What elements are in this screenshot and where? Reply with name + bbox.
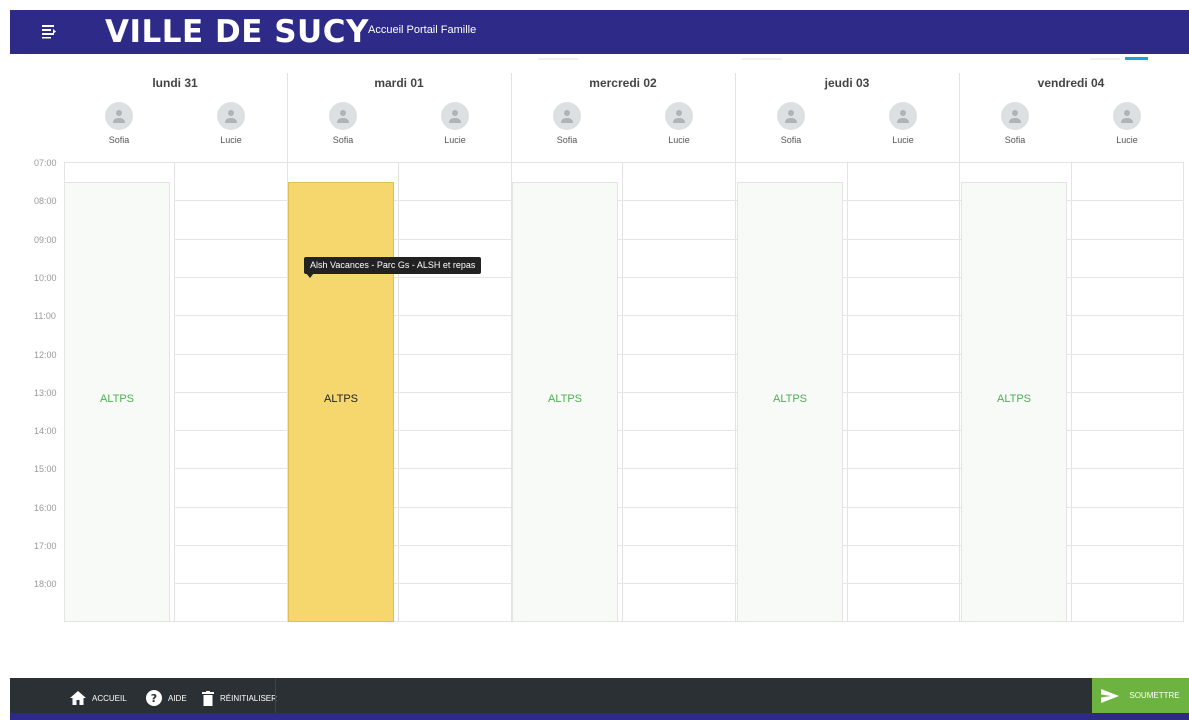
- child-sofia[interactable]: Sofia: [761, 102, 821, 145]
- time-label: 17:00: [34, 541, 57, 551]
- child-name: Sofia: [556, 135, 578, 145]
- event-block[interactable]: ALTPS: [512, 182, 618, 622]
- time-label: 07:00: [34, 158, 57, 168]
- avatar-icon: [1001, 102, 1029, 130]
- time-label: 14:00: [34, 426, 57, 436]
- day-column-header: lundi 31 Sofia Lucie: [63, 64, 287, 162]
- avatar-icon: [889, 102, 917, 130]
- child-sofia[interactable]: Sofia: [985, 102, 1045, 145]
- time-label: 09:00: [34, 235, 57, 245]
- event-block[interactable]: ALTPS: [737, 182, 843, 622]
- child-lucie[interactable]: Lucie: [1097, 102, 1157, 145]
- child-lucie[interactable]: Lucie: [649, 102, 709, 145]
- avatar-icon: [1113, 102, 1141, 130]
- tab-indicator-ghost: [538, 58, 578, 60]
- child-name: Lucie: [892, 135, 914, 145]
- time-label: 13:00: [34, 388, 57, 398]
- toolbar-divider: [275, 678, 276, 713]
- child-name: Lucie: [668, 135, 690, 145]
- svg-text:?: ?: [151, 692, 157, 705]
- brand-logo[interactable]: VILLE DE SUCY: [105, 12, 369, 52]
- day-column-header: mardi 01 Sofia Lucie: [287, 64, 511, 162]
- window-left-edge: [0, 0, 10, 720]
- top-header: VILLE DE SUCY Accueil Portail Famille: [10, 10, 1189, 54]
- child-lucie[interactable]: Lucie: [201, 102, 261, 145]
- avatar-icon: [665, 102, 693, 130]
- time-label: 11:00: [34, 311, 56, 321]
- avatar-icon: [329, 102, 357, 130]
- day-title: mardi 01: [374, 76, 424, 90]
- home-button[interactable]: ACCUEIL: [70, 690, 127, 706]
- reset-label: RÉINITIALISER: [220, 693, 277, 703]
- avatar-icon: [217, 102, 245, 130]
- child-sofia[interactable]: Sofia: [537, 102, 597, 145]
- help-icon: ?: [146, 690, 162, 706]
- child-sofia[interactable]: Sofia: [313, 102, 373, 145]
- help-label: AIDE: [168, 693, 187, 703]
- active-tab-indicator: [1125, 57, 1148, 60]
- event-label: ALTPS: [996, 393, 1032, 405]
- trash-icon: [202, 690, 214, 706]
- avatar-icon: [553, 102, 581, 130]
- child-name: Sofia: [1004, 135, 1026, 145]
- event-label: ALTPS: [547, 393, 583, 405]
- time-label: 18:00: [34, 579, 57, 589]
- event-block-selected[interactable]: ALTPS: [288, 182, 394, 622]
- avatar-icon: [777, 102, 805, 130]
- child-name: Lucie: [1116, 135, 1138, 145]
- event-tooltip: Alsh Vacances - Parc Gs - ALSH et repas: [304, 257, 482, 274]
- child-name: Sofia: [332, 135, 354, 145]
- event-label: ALTPS: [99, 393, 135, 405]
- home-icon: [70, 691, 86, 705]
- portal-subtitle: Accueil Portail Famille: [368, 24, 477, 36]
- help-button[interactable]: ? AIDE: [146, 690, 187, 706]
- event-label: ALTPS: [772, 393, 808, 405]
- day-column-header: mercredi 02 Sofia Lucie: [511, 64, 735, 162]
- child-name: Lucie: [220, 135, 242, 145]
- event-block[interactable]: ALTPS: [64, 182, 170, 622]
- time-label: 15:00: [34, 464, 57, 474]
- tab-indicator-ghost: [1090, 58, 1120, 60]
- time-label: 10:00: [34, 273, 57, 283]
- avatar-icon: [105, 102, 133, 130]
- submit-label: SOUMETTRE: [1129, 691, 1180, 700]
- day-column-header: vendredi 04 Sofia Lucie: [959, 64, 1183, 162]
- tab-indicator-ghost: [742, 58, 782, 60]
- child-name: Sofia: [780, 135, 802, 145]
- menu-icon[interactable]: [40, 22, 60, 42]
- home-label: ACCUEIL: [92, 693, 127, 703]
- time-label: 08:00: [34, 196, 57, 206]
- event-label: ALTPS: [323, 393, 359, 405]
- tooltip-arrow: [306, 273, 314, 278]
- footer-brand-strip: [10, 713, 1189, 720]
- child-lucie[interactable]: Lucie: [873, 102, 933, 145]
- time-label: 12:00: [34, 350, 57, 360]
- submit-button[interactable]: SOUMETTRE: [1092, 678, 1189, 713]
- day-title: vendredi 04: [1037, 76, 1105, 90]
- day-title: lundi 31: [152, 76, 198, 90]
- child-name: Lucie: [444, 135, 466, 145]
- send-icon: [1101, 688, 1120, 703]
- child-sofia[interactable]: Sofia: [89, 102, 149, 145]
- day-column-header: jeudi 03 Sofia Lucie: [735, 64, 959, 162]
- day-title: mercredi 02: [589, 76, 657, 90]
- child-name: Sofia: [108, 135, 130, 145]
- child-lucie[interactable]: Lucie: [425, 102, 485, 145]
- app-window: VILLE DE SUCY Accueil Portail Famille lu…: [10, 0, 1189, 720]
- event-block[interactable]: ALTPS: [961, 182, 1067, 622]
- time-label: 16:00: [34, 503, 57, 513]
- avatar-icon: [441, 102, 469, 130]
- day-title: jeudi 03: [824, 76, 870, 90]
- reset-button[interactable]: RÉINITIALISER: [202, 690, 277, 706]
